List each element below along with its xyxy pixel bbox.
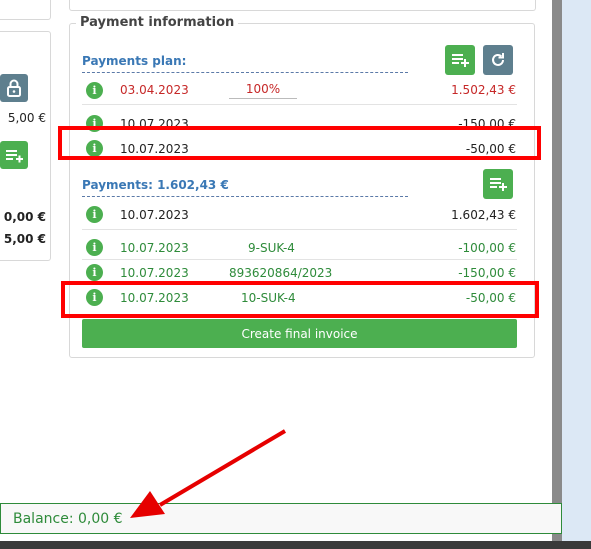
arrow-annotation [130,429,287,518]
bottom-bar [0,541,591,549]
